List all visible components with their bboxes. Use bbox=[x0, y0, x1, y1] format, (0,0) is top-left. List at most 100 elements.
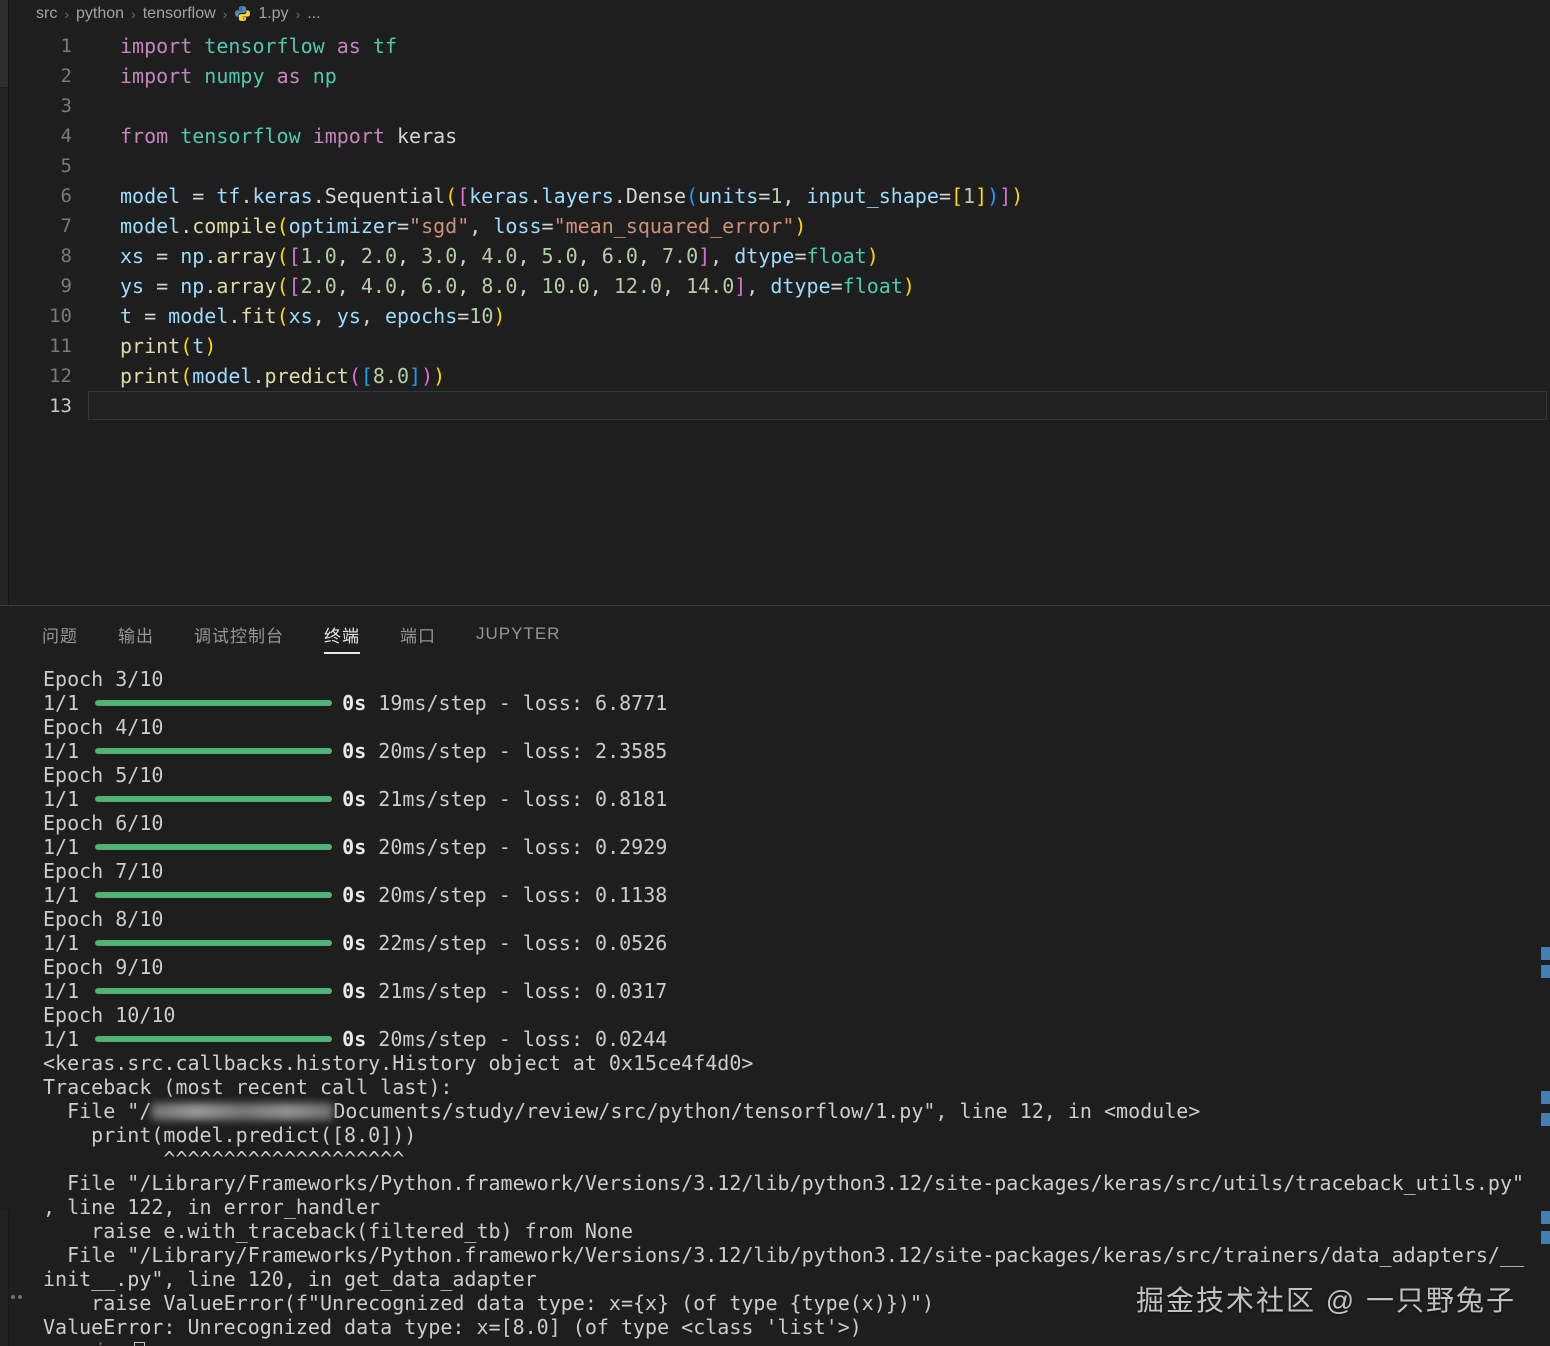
terminal-progress-line: 1/1 0s 20ms/step - loss: 0.0244 bbox=[43, 1027, 1550, 1051]
code-line-content bbox=[72, 91, 120, 121]
code-line-content: import numpy as np bbox=[72, 61, 337, 91]
terminal-progress-line: 1/1 0s 21ms/step - loss: 0.0317 bbox=[43, 979, 1550, 1003]
code-line[interactable]: 2import numpy as np bbox=[0, 61, 1550, 91]
line-number[interactable]: 10 bbox=[0, 301, 72, 331]
left-edge-strip-bottom bbox=[0, 1211, 9, 1346]
terminal-progress-line: 1/1 0s 20ms/step - loss: 2.3585 bbox=[43, 739, 1550, 763]
code-line[interactable]: 12print(model.predict([8.0])) bbox=[0, 361, 1550, 391]
breadcrumb-separator: › bbox=[296, 6, 301, 22]
breadcrumb-item[interactable]: python bbox=[76, 5, 124, 23]
terminal-line: File "/Library/Frameworks/Python.framewo… bbox=[43, 1243, 1550, 1267]
editor-pane[interactable]: src›python›tensorflow›1.py›... 1import t… bbox=[0, 0, 1550, 605]
line-number[interactable]: 5 bbox=[0, 151, 72, 181]
progress-bar bbox=[95, 700, 332, 706]
terminal-line: Epoch 5/10 bbox=[43, 763, 1550, 787]
code-line-content: from tensorflow import keras bbox=[72, 121, 457, 151]
code-line[interactable]: 4from tensorflow import keras bbox=[0, 121, 1550, 151]
code-line[interactable]: 3 bbox=[0, 91, 1550, 121]
terminal-link-mark bbox=[1541, 1113, 1550, 1126]
breadcrumb-item[interactable]: ... bbox=[307, 5, 320, 23]
code-line[interactable]: 7model.compile(optimizer="sgd", loss="me… bbox=[0, 211, 1550, 241]
prompt-directory: review bbox=[58, 1339, 130, 1346]
panel-tab-调试控制台[interactable]: 调试控制台 bbox=[194, 607, 284, 661]
panel-tab-端口[interactable]: 端口 bbox=[400, 607, 436, 661]
code-line[interactable]: 6model = tf.keras.Sequential([keras.laye… bbox=[0, 181, 1550, 211]
code-line[interactable]: 1import tensorflow as tf bbox=[0, 31, 1550, 61]
terminal-link-mark bbox=[1541, 965, 1550, 978]
line-number[interactable]: 6 bbox=[0, 181, 72, 211]
code-line-content: print(t) bbox=[72, 331, 216, 361]
breadcrumb-item[interactable]: tensorflow bbox=[143, 5, 216, 23]
panel-tab-输出[interactable]: 输出 bbox=[118, 607, 154, 661]
terminal-progress-line: 1/1 0s 21ms/step - loss: 0.8181 bbox=[43, 787, 1550, 811]
terminal-line: Epoch 9/10 bbox=[43, 955, 1550, 979]
terminal-line: print(model.predict([8.0])) bbox=[43, 1123, 1550, 1147]
line-number[interactable]: 9 bbox=[0, 271, 72, 301]
code-line-content bbox=[72, 151, 120, 181]
terminal-link-mark bbox=[1541, 1211, 1550, 1224]
left-edge-strip bbox=[0, 0, 9, 605]
terminal-line: File "/Library/Frameworks/Python.framewo… bbox=[43, 1171, 1550, 1195]
bottom-panel: 问题输出调试控制台终端端口 JUPYTER Epoch 3/101/1 0s 19… bbox=[0, 605, 1550, 1346]
code-line[interactable]: 9ys = np.array([2.0, 4.0, 6.0, 8.0, 10.0… bbox=[0, 271, 1550, 301]
terminal-line: , line 122, in error_handler bbox=[43, 1195, 1550, 1219]
breadcrumb: src›python›tensorflow›1.py›... bbox=[36, 0, 321, 28]
code-line-content: t = model.fit(xs, ys, epochs=10) bbox=[72, 301, 505, 331]
terminal-progress-line: 1/1 0s 20ms/step - loss: 0.1138 bbox=[43, 883, 1550, 907]
line-number[interactable]: 4 bbox=[0, 121, 72, 151]
current-line-highlight bbox=[88, 391, 1547, 420]
prompt-arrow-icon: → bbox=[34, 1339, 58, 1346]
line-number[interactable]: 1 bbox=[0, 31, 72, 61]
terminal-progress-line: 1/1 0s 19ms/step - loss: 6.8771 bbox=[43, 691, 1550, 715]
watermark: 掘金技术社区 @ 一只野兔子 bbox=[1136, 1279, 1516, 1319]
terminal-output[interactable]: Epoch 3/101/1 0s 19ms/step - loss: 6.877… bbox=[43, 667, 1550, 1346]
edge-dot bbox=[11, 1295, 15, 1299]
line-number[interactable]: 12 bbox=[0, 361, 72, 391]
code-line-content: model.compile(optimizer="sgd", loss="mea… bbox=[72, 211, 806, 241]
redacted-path-segment bbox=[151, 1103, 333, 1120]
terminal-line: Traceback (most recent call last): bbox=[43, 1075, 1550, 1099]
python-icon bbox=[234, 5, 251, 23]
terminal-line: Epoch 4/10 bbox=[43, 715, 1550, 739]
code-lines[interactable]: 1import tensorflow as tf2import numpy as… bbox=[0, 31, 1550, 421]
progress-bar bbox=[95, 1036, 332, 1042]
progress-bar bbox=[95, 844, 332, 850]
progress-bar bbox=[95, 892, 332, 898]
line-number[interactable]: 8 bbox=[0, 241, 72, 271]
code-line[interactable]: 5 bbox=[0, 151, 1550, 181]
progress-bar bbox=[95, 796, 332, 802]
code-line[interactable]: 13 bbox=[0, 391, 1550, 421]
panel-tab-问题[interactable]: 问题 bbox=[42, 607, 78, 661]
terminal-line: <keras.src.callbacks.history.History obj… bbox=[43, 1051, 1550, 1075]
left-edge-strip-top bbox=[0, 0, 8, 88]
breadcrumb-separator: › bbox=[64, 6, 69, 22]
code-line-content: print(model.predict([8.0])) bbox=[72, 361, 445, 391]
breadcrumb-item[interactable]: 1.py bbox=[258, 5, 288, 23]
prompt-status-icon: ○ bbox=[10, 1339, 34, 1346]
line-number[interactable]: 13 bbox=[0, 391, 72, 421]
terminal-progress-line: 1/1 0s 20ms/step - loss: 0.2929 bbox=[43, 835, 1550, 859]
progress-bar bbox=[95, 988, 332, 994]
panel-tabbar: 问题输出调试控制台终端端口 JUPYTER bbox=[42, 607, 560, 661]
code-line[interactable]: 8xs = np.array([1.0, 2.0, 3.0, 4.0, 5.0,… bbox=[0, 241, 1550, 271]
line-number[interactable]: 11 bbox=[0, 331, 72, 361]
terminal-line: raise e.with_traceback(filtered_tb) from… bbox=[43, 1219, 1550, 1243]
shell-prompt[interactable]: ○ → review bbox=[10, 1339, 1550, 1346]
line-number[interactable]: 3 bbox=[0, 91, 72, 121]
terminal-link-mark bbox=[1541, 1091, 1550, 1104]
edge-dot bbox=[18, 1295, 22, 1299]
code-line-content: xs = np.array([1.0, 2.0, 3.0, 4.0, 5.0, … bbox=[72, 241, 879, 271]
terminal-line: Epoch 10/10 bbox=[43, 1003, 1550, 1027]
panel-tab-JUPYTER[interactable]: JUPYTER bbox=[476, 607, 560, 661]
code-line[interactable]: 11print(t) bbox=[0, 331, 1550, 361]
terminal-line: ^^^^^^^^^^^^^^^^^^^^ bbox=[43, 1147, 1550, 1171]
line-number[interactable]: 2 bbox=[0, 61, 72, 91]
breadcrumb-item[interactable]: src bbox=[36, 5, 57, 23]
panel-tab-终端[interactable]: 终端 bbox=[324, 607, 360, 661]
line-number[interactable]: 7 bbox=[0, 211, 72, 241]
code-line[interactable]: 10t = model.fit(xs, ys, epochs=10) bbox=[0, 301, 1550, 331]
vscode-window: src›python›tensorflow›1.py›... 1import t… bbox=[0, 0, 1550, 1346]
terminal-line: Epoch 7/10 bbox=[43, 859, 1550, 883]
code-line-content: model = tf.keras.Sequential([keras.layer… bbox=[72, 181, 1023, 211]
progress-bar bbox=[95, 748, 332, 754]
